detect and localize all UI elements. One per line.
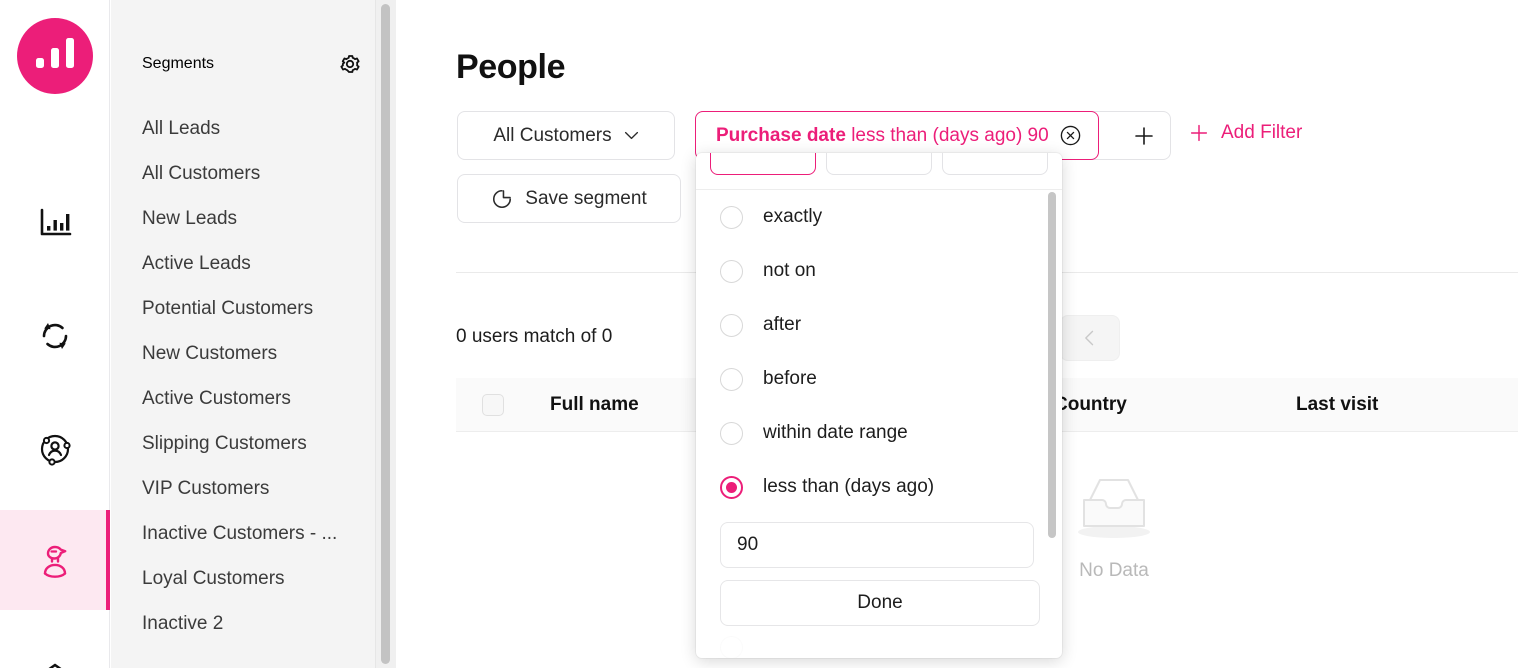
condition-option[interactable]: less than (days ago) <box>696 460 1062 514</box>
radio-button[interactable] <box>720 313 743 337</box>
condition-option-label: not on <box>763 260 816 281</box>
filter-chip-field: Purchase date <box>716 124 846 146</box>
filter-chip-condition: less than (days ago) 90 <box>851 124 1049 146</box>
radio-button[interactable] <box>720 259 743 283</box>
sidebar-item[interactable]: Inactive 2 <box>111 601 396 646</box>
empty-state-label: No Data <box>1079 560 1149 581</box>
sidebar-item[interactable]: Potential Customers <box>111 286 396 331</box>
empty-tray-icon <box>1078 479 1150 538</box>
sidebar-item[interactable]: Active Customers <box>111 376 396 421</box>
rail-item-audience[interactable] <box>0 399 110 499</box>
dropdown-tab-1[interactable] <box>826 153 932 175</box>
sidebar-item[interactable]: Loyal Customers <box>111 556 396 601</box>
sidebar-item[interactable]: Inactive Customers - ... <box>111 511 396 556</box>
segments-sidebar: Segments All Leads All Customers New Leads… <box>111 0 396 668</box>
condition-option-label: less than (days ago) <box>763 476 935 497</box>
radio-button[interactable] <box>720 636 743 658</box>
condition-option-label: exactly <box>763 206 823 227</box>
people-segment-icon <box>43 545 67 578</box>
condition-option[interactable]: exactly <box>696 190 1062 244</box>
condition-option-label: after <box>763 314 802 335</box>
gear-icon[interactable] <box>338 52 362 76</box>
sidebar-item[interactable]: New Customers <box>111 331 396 376</box>
user-network-icon <box>40 434 71 466</box>
select-all-checkbox[interactable] <box>482 394 504 416</box>
logo-bar-2 <box>51 48 59 68</box>
sidebar-item[interactable]: VIP Customers <box>111 466 396 511</box>
condition-option-label: within date range <box>763 422 908 443</box>
chevron-down-icon <box>624 131 638 140</box>
condition-option-label <box>763 637 768 659</box>
sidebar-scrollbar-thumb[interactable] <box>381 4 390 664</box>
rail-item-analytics[interactable] <box>0 173 110 273</box>
rail-item-people[interactable] <box>0 510 110 610</box>
logo-bar-3 <box>66 38 74 68</box>
dropdown-tab-0[interactable] <box>710 153 816 175</box>
rail-item-messages[interactable] <box>0 630 110 668</box>
sidebar-scrollbar-track[interactable] <box>375 0 396 668</box>
circle-x-icon[interactable] <box>1059 124 1082 147</box>
condition-option[interactable]: before <box>696 352 1062 406</box>
condition-option-list: exactly not on after before within date rang… <box>696 190 1062 658</box>
audience-select[interactable]: All Customers <box>457 111 675 160</box>
condition-option[interactable]: not on <box>696 244 1062 298</box>
page-title: People <box>456 48 566 86</box>
plus-icon <box>1190 124 1208 142</box>
condition-option-partial[interactable] <box>720 636 1062 658</box>
pagination-prev-button[interactable] <box>1060 315 1120 361</box>
column-header-full-name[interactable]: Full name <box>550 378 639 432</box>
radio-button[interactable] <box>720 421 743 445</box>
add-condition-button[interactable] <box>1117 112 1170 159</box>
select-all-cell <box>482 378 504 432</box>
save-segment-button[interactable]: Save segment <box>457 174 681 223</box>
bar-chart-icon <box>40 208 72 236</box>
save-segment-label: Save segment <box>525 187 647 209</box>
sidebar-item[interactable]: All Leads <box>111 106 396 151</box>
add-filter-button[interactable]: Add Filter <box>1188 122 1302 144</box>
app-logo[interactable] <box>17 18 93 94</box>
add-filter-label: Add Filter <box>1221 122 1303 143</box>
done-button[interactable]: Done <box>720 580 1040 626</box>
dropdown-tab-2[interactable] <box>942 153 1048 175</box>
column-header-country[interactable]: Country <box>1054 378 1127 432</box>
sidebar-item[interactable]: Active Leads <box>111 241 396 286</box>
condition-option[interactable]: after <box>696 298 1062 352</box>
logo-bar-1 <box>36 58 44 68</box>
dropdown-scrollbar-thumb[interactable] <box>1048 192 1056 538</box>
days-ago-input[interactable]: 90 <box>720 522 1034 568</box>
sidebar-item[interactable]: All Customers <box>111 151 396 196</box>
pie-chart-icon <box>493 189 512 208</box>
condition-option-label: before <box>763 368 817 389</box>
sidebar-item[interactable]: Slipping Customers <box>111 421 396 466</box>
sync-refresh-icon <box>42 323 68 349</box>
radio-button[interactable] <box>720 475 743 499</box>
column-header-last-visit[interactable]: Last visit <box>1296 378 1378 432</box>
mail-envelope-icon <box>48 663 62 668</box>
chevron-left-icon <box>1085 330 1094 346</box>
radio-button[interactable] <box>720 205 743 229</box>
segments-title: Segments <box>142 55 215 72</box>
plus-icon <box>1134 126 1153 145</box>
segments-header: Segments <box>111 0 396 76</box>
audience-select-label: All Customers <box>493 124 612 146</box>
segments-list: All Leads All Customers New Leads Active Le… <box>111 106 396 646</box>
condition-option[interactable]: within date range <box>696 406 1062 460</box>
empty-state: No Data <box>1066 470 1162 582</box>
sidebar-item[interactable]: New Leads <box>111 196 396 241</box>
rail-item-automation[interactable] <box>0 286 110 386</box>
radio-button[interactable] <box>720 367 743 391</box>
match-count-text: 0 users match of 0 <box>456 326 613 347</box>
icon-rail <box>0 0 110 668</box>
filter-chip-text: Purchase date less than (days ago) 90 <box>716 125 1049 147</box>
filter-condition-dropdown: exactly not on after before within date rang… <box>696 153 1062 658</box>
dropdown-tab-bar <box>696 153 1062 189</box>
